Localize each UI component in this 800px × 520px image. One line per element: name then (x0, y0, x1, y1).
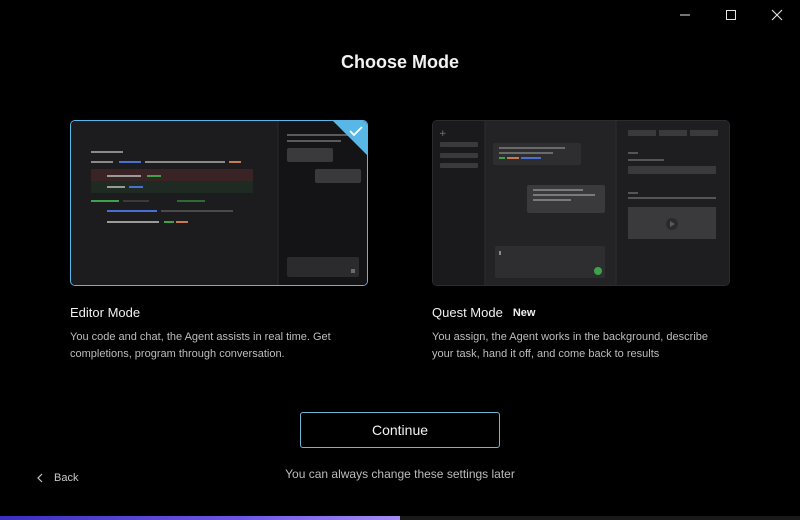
page-title: Choose Mode (340, 52, 459, 72)
close-icon (771, 9, 783, 21)
selected-check-icon (333, 121, 367, 155)
quest-mode-label: Quest Mode (432, 305, 503, 320)
minimize-icon (680, 14, 690, 16)
settings-hint: You can always change these settings lat… (285, 467, 515, 481)
editor-mode-label: Editor Mode (70, 305, 141, 320)
editor-mode-description: You code and chat, the Agent assists in … (70, 331, 331, 360)
quest-mode-title: Quest Mode New (432, 305, 535, 320)
new-badge: New (512, 306, 536, 319)
continue-button[interactable]: Continue (300, 412, 500, 448)
quest-mode-description: You assign, the Agent works in the backg… (432, 331, 708, 360)
quest-mode-card[interactable]: + (432, 120, 730, 286)
window-controls (662, 0, 800, 30)
svg-text:+: + (439, 129, 447, 139)
editor-mode-card[interactable] (70, 120, 368, 286)
minimize-button[interactable] (662, 0, 708, 30)
progress-bar (0, 516, 800, 520)
editor-mode-preview (71, 121, 367, 285)
close-button[interactable] (754, 0, 800, 30)
maximize-icon (726, 10, 736, 20)
progress-fill (0, 516, 400, 520)
maximize-button[interactable] (708, 0, 754, 30)
quest-mode-preview: + (433, 121, 729, 285)
editor-mode-title: Editor Mode (70, 305, 140, 320)
